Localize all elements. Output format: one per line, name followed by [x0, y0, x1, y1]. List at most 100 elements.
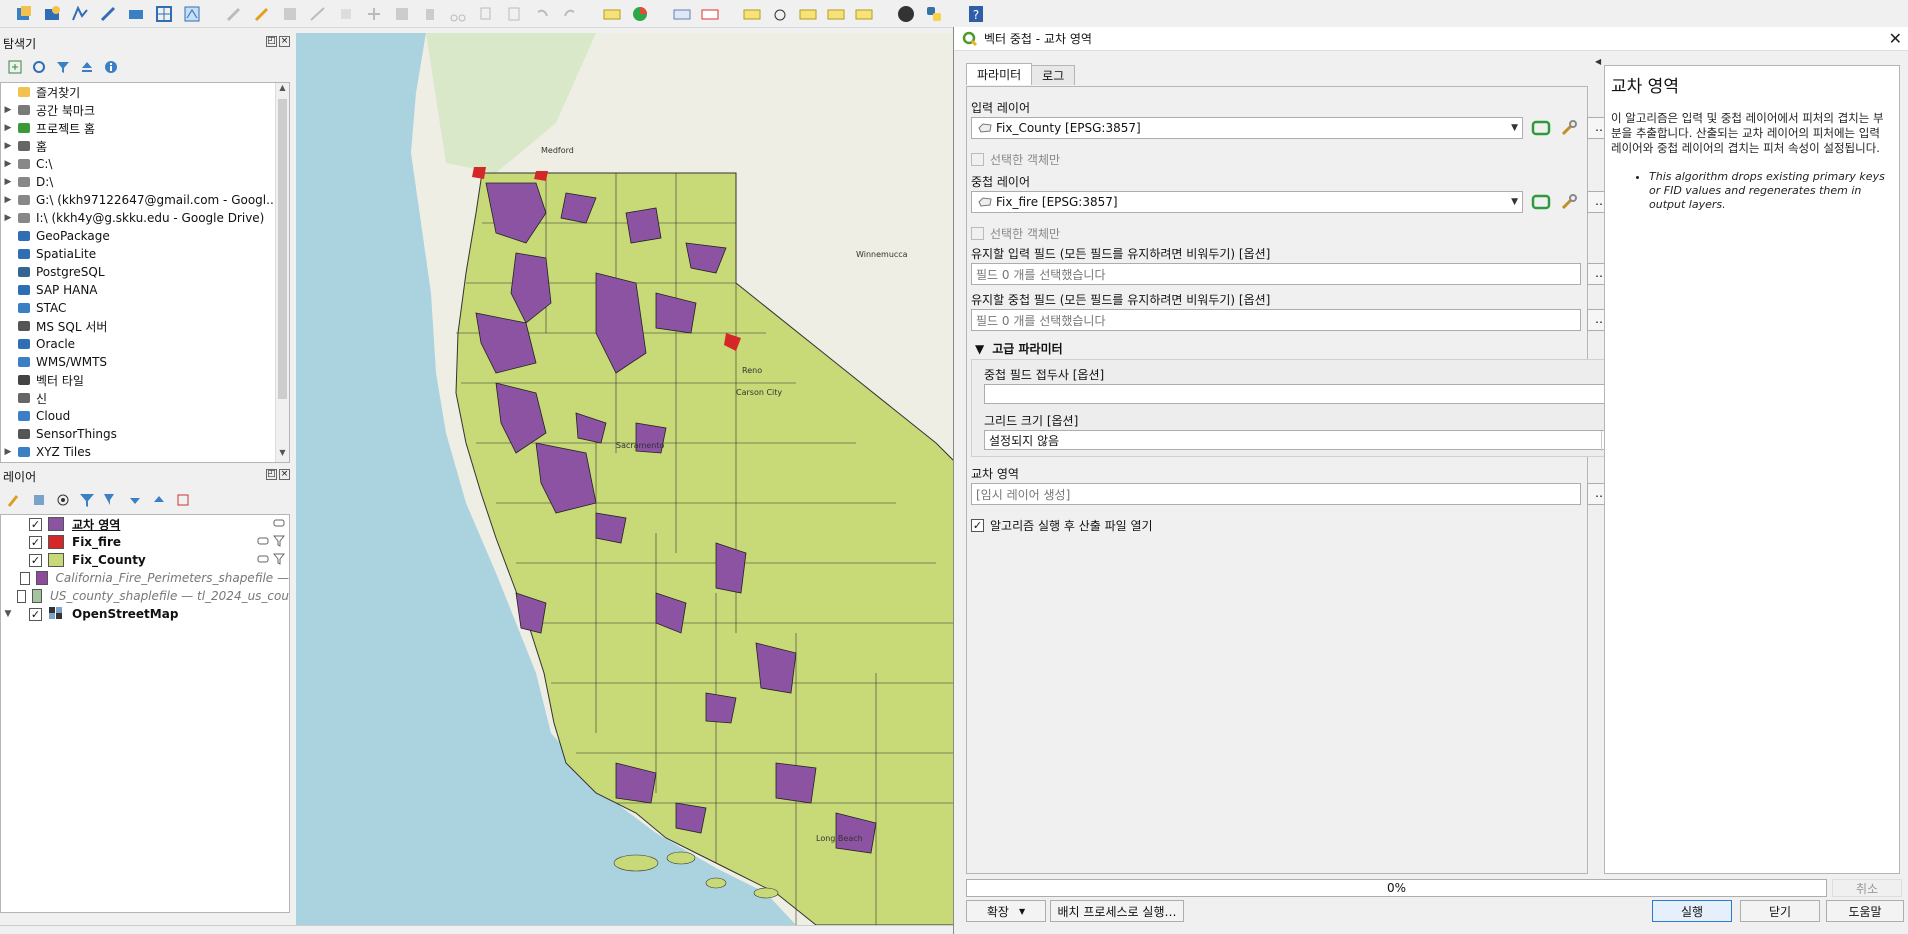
overlay-fields-field[interactable]: 필드 0 개를 선택했습니다 [971, 309, 1581, 331]
edit-pencil-disabled-icon[interactable] [222, 3, 246, 25]
browser-item[interactable]: STAC [1, 299, 289, 317]
manage-themes-icon[interactable] [54, 491, 72, 509]
expand-arrow-icon[interactable]: ▶ [1, 141, 15, 151]
browser-item[interactable]: SensorThings [1, 425, 289, 443]
info-icon[interactable] [102, 58, 120, 76]
filter-legend-icon[interactable] [78, 491, 96, 509]
overlay-wrench-icon[interactable] [1557, 191, 1581, 213]
close-button[interactable]: 닫기 [1740, 900, 1820, 922]
input-fields-field[interactable]: 필드 0 개를 선택했습니다 [971, 263, 1581, 285]
new-virtual-layer-icon[interactable] [180, 3, 204, 25]
label-show-icon[interactable] [768, 3, 792, 25]
open-output-checkbox[interactable]: 알고리즘 실행 후 산출 파일 열기 [971, 517, 1153, 534]
expand-arrow-icon[interactable]: ▶ [1, 213, 15, 223]
browser-item[interactable]: ▶ I:\ (kkh4y@g.skku.edu - Google Drive) [1, 209, 289, 227]
advanced-options-wrench-icon[interactable] [1557, 117, 1581, 139]
attribute-edit-icon[interactable] [390, 3, 414, 25]
browser-item[interactable]: SpatiaLite [1, 245, 289, 263]
browser-item[interactable]: ▶ XYZ Tiles [1, 443, 289, 461]
browser-item[interactable]: WMS/WMTS [1, 353, 289, 371]
refresh-icon[interactable] [30, 58, 48, 76]
help-icon[interactable]: ? [964, 3, 988, 25]
layer-item[interactable]: Fix_fire [1, 533, 289, 551]
browser-item[interactable]: ▶ 프로젝트 홈 [1, 119, 289, 137]
expand-arrow-icon[interactable]: ▶ [1, 177, 15, 187]
python-console-icon[interactable] [922, 3, 946, 25]
layer-item[interactable]: California_Fire_Perimeters_shapefile — [1, 569, 289, 587]
browser-item[interactable]: MS SQL 서버 [1, 317, 289, 335]
tab-log[interactable]: 로그 [1031, 65, 1076, 85]
new-layer-icon[interactable] [124, 3, 148, 25]
delete-selected-icon[interactable] [418, 3, 442, 25]
browser-item[interactable]: PostgreSQL [1, 263, 289, 281]
new-vector-icon[interactable] [68, 3, 92, 25]
collapse-all-icon[interactable] [78, 58, 96, 76]
run-button[interactable]: 실행 [1652, 900, 1732, 922]
data-source-manager-icon[interactable] [12, 3, 36, 25]
digitize-icon[interactable] [96, 3, 120, 25]
layer-visibility-checkbox[interactable] [29, 535, 42, 549]
expand-arrow-icon[interactable]: ▶ [1, 105, 15, 115]
plugin-icon[interactable] [894, 3, 918, 25]
add-layer-icon[interactable] [6, 58, 24, 76]
filter-icon[interactable] [54, 58, 72, 76]
help-button[interactable]: 도움말 [1826, 900, 1904, 922]
browser-item[interactable]: ▶ G:\ (kkh97122647@gmail.com - Googl...) [1, 191, 289, 209]
undo-icon[interactable] [530, 3, 554, 25]
expand-arrow-icon[interactable]: ▶ [1, 123, 15, 133]
label-move-icon[interactable] [740, 3, 764, 25]
iterate-input-icon[interactable] [1529, 117, 1553, 139]
browser-item[interactable]: SAP HANA [1, 281, 289, 299]
cancel-button[interactable]: 취소 [1832, 879, 1902, 897]
close-layers-icon[interactable]: × [279, 469, 290, 480]
new-geopackage-icon[interactable] [40, 3, 64, 25]
label-pin-icon[interactable] [670, 3, 694, 25]
browser-item[interactable]: ▶ C:\ [1, 155, 289, 173]
label-properties-icon[interactable] [852, 3, 876, 25]
layer-visibility-checkbox[interactable] [29, 517, 42, 531]
browser-item[interactable]: 벡터 타일 [1, 371, 289, 389]
diagram-tool-icon[interactable] [628, 3, 652, 25]
browser-item[interactable]: Oracle [1, 335, 289, 353]
browser-item[interactable]: GeoPackage [1, 227, 289, 245]
new-mesh-icon[interactable] [152, 3, 176, 25]
layer-visibility-checkbox[interactable] [17, 589, 26, 603]
layer-item[interactable]: 교차 영역 [1, 515, 289, 533]
expand-arrow-icon[interactable]: ▶ [1, 447, 15, 457]
label-tool-icon[interactable] [600, 3, 624, 25]
cut-icon[interactable] [446, 3, 470, 25]
add-feature-icon[interactable] [306, 3, 330, 25]
close-dialog-icon[interactable]: ✕ [1889, 29, 1902, 48]
paste-icon[interactable] [502, 3, 526, 25]
browser-scrollbar[interactable]: ▲ ▼ [275, 83, 289, 462]
advanced-dropdown-button[interactable]: 확장 ▼ [966, 900, 1046, 922]
layer-visibility-checkbox[interactable] [29, 607, 42, 621]
browser-item[interactable]: Cloud [1, 407, 289, 425]
layer-item[interactable]: ▼ OpenStreetMap [1, 605, 289, 623]
layer-visibility-checkbox[interactable] [29, 553, 42, 567]
close-panel-icon[interactable]: × [279, 36, 290, 47]
remove-layer-icon[interactable] [174, 491, 192, 509]
label-hide-icon[interactable] [698, 3, 722, 25]
move-feature-icon[interactable] [362, 3, 386, 25]
layer-item[interactable]: US_county_shaplefile — tl_2024_us_cou [1, 587, 289, 605]
float-layers-icon[interactable]: ◰ [266, 469, 277, 480]
output-destination-field[interactable]: [임시 레이어 생성] [971, 483, 1581, 505]
expand-arrow-icon[interactable]: ▶ [1, 195, 15, 205]
add-group-icon[interactable] [30, 491, 48, 509]
layer-item[interactable]: Fix_County [1, 551, 289, 569]
label-rotate-icon[interactable] [796, 3, 820, 25]
advanced-params-toggle[interactable]: ▼ 고급 파라미터 [975, 340, 1063, 357]
browser-item[interactable]: ▶ 홈 [1, 137, 289, 155]
iterate-overlay-icon[interactable] [1529, 191, 1553, 213]
style-panel-icon[interactable] [6, 491, 24, 509]
batch-process-button[interactable]: 배치 프로세스로 실행… [1050, 900, 1184, 922]
expand-arrow-icon[interactable]: ▼ [1, 609, 15, 619]
selected-only-input[interactable]: 선택한 객체만 [971, 151, 1060, 168]
save-edits-icon[interactable] [278, 3, 302, 25]
overlay-prefix-input[interactable] [984, 384, 1616, 404]
float-panel-icon[interactable]: ◰ [266, 36, 277, 47]
tab-parameters[interactable]: 파라미터 [966, 63, 1033, 85]
layer-visibility-checkbox[interactable] [20, 571, 30, 585]
browser-item[interactable]: 신 [1, 389, 289, 407]
